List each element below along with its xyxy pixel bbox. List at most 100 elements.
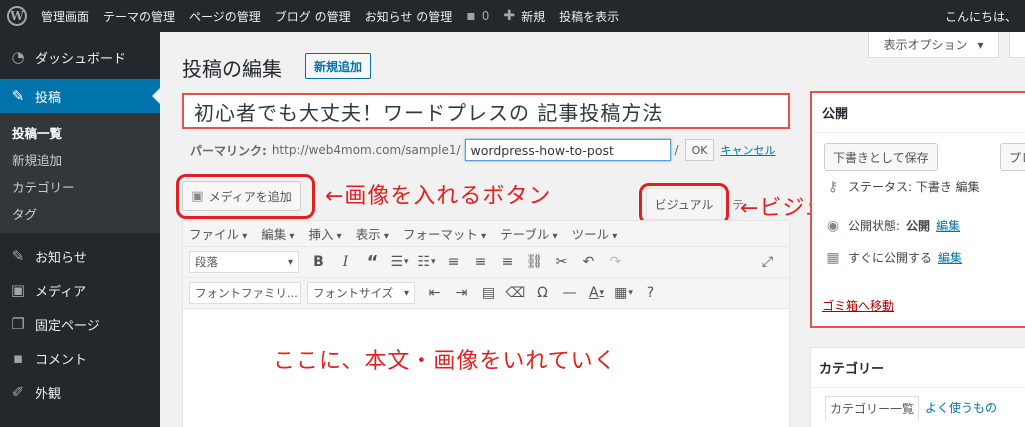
pushpin-icon: ✎ [11, 247, 25, 265]
visibility-edit-link[interactable]: 編集 [936, 217, 960, 234]
tab-visual[interactable]: ビジュアル [646, 188, 722, 220]
save-draft-button[interactable]: 下書きとして保存 [824, 143, 938, 171]
menu-insert[interactable]: 挿入 [308, 224, 341, 243]
submenu-item-categories[interactable]: カテゴリー [0, 173, 160, 200]
media-icon: ▣ [191, 188, 204, 204]
fullscreen-icon[interactable]: ⤢ [754, 250, 781, 274]
submenu-item-tags[interactable]: タグ [0, 200, 160, 227]
editor-content-area[interactable]: ここに、本文・画像をいれていく [183, 309, 789, 427]
publish-status-row: ⚷ ステータス: 下書き 編集 [824, 181, 980, 195]
posts-submenu: 投稿一覧 新規追加 カテゴリー タグ [0, 113, 160, 233]
move-to-trash-link[interactable]: ゴミ箱へ移動 [822, 297, 894, 314]
adminbar-item-pages[interactable]: ページの管理 [182, 0, 268, 32]
align-center-icon[interactable]: ≡ [467, 250, 494, 274]
adminbar-view-post[interactable]: 投稿を表示 [552, 0, 626, 32]
menu-table[interactable]: テーブル [500, 224, 557, 243]
schedule-label: すぐに公開する [848, 251, 933, 265]
page-title: 投稿の編集 [182, 57, 282, 81]
screen-options-button[interactable]: 表示オプション ▾ [868, 32, 999, 58]
dashboard-gauge-icon: ◔ [11, 48, 25, 66]
sidebar-item-dashboard[interactable]: ◔ ダッシュボード [0, 40, 160, 74]
menu-view[interactable]: 表示 [356, 224, 389, 243]
menu-format[interactable]: フォーマット [403, 224, 486, 243]
bold-icon[interactable]: B [305, 250, 332, 274]
category-tabs: カテゴリー一覧 よく使うもの [825, 396, 1004, 420]
publish-schedule-row: ▦ すぐに公開する 編集 [824, 249, 962, 266]
adminbar-new[interactable]: ✚ 新規 [496, 0, 552, 32]
menu-tools[interactable]: ツール [572, 224, 618, 243]
sidebar-item-label: コメント [35, 352, 88, 368]
redo-icon[interactable]: ↷ [602, 250, 629, 274]
indent-icon[interactable]: ⇥ [448, 281, 475, 305]
link-icon[interactable]: ⛓ [521, 250, 548, 274]
permalink-row: パーマリンク: http://web4mom.com/sample1/ word… [190, 138, 775, 162]
annotation-media: ←画像を入れるボタン [325, 184, 552, 209]
align-left-icon[interactable]: ≡ [440, 250, 467, 274]
sidebar-item-label: 外観 [35, 386, 62, 402]
adminbar-item-news[interactable]: お知らせ の管理 [358, 0, 460, 32]
sidebar-item-media[interactable]: ▣ メディア [0, 273, 160, 307]
categories-title: カテゴリー [811, 348, 1025, 388]
tab-most-used[interactable]: よく使うもの [919, 396, 1004, 420]
menu-file[interactable]: ファイル [189, 224, 247, 243]
sidebar-item-posts[interactable]: ✎ 投稿 [0, 79, 160, 113]
adminbar-item-dashboard[interactable]: 管理画面 [34, 0, 96, 32]
post-title-input[interactable]: 初心者でも大丈夫！ワードプレスの 記事投稿方法 [182, 93, 790, 129]
table-icon[interactable]: ▦ [610, 281, 637, 305]
add-media-button[interactable]: ▣ メディアを追加 [182, 181, 301, 211]
clear-formatting-icon[interactable]: ⌫ [502, 281, 529, 305]
adminbar-item-blog[interactable]: ブログ の管理 [268, 0, 358, 32]
sidebar-item-label: 投稿 [35, 90, 62, 106]
pages-icon: ❐ [11, 315, 25, 333]
sidebar-item-news[interactable]: ✎ お知らせ [0, 239, 160, 273]
adminbar-comments[interactable]: ▪ 0 [459, 0, 496, 32]
paintbrush-icon: ✐ [11, 383, 25, 401]
publish-title: 公開 [812, 93, 1025, 133]
visibility-label: 公開状態: [848, 219, 901, 233]
sidebar-item-label: お知らせ [35, 250, 87, 266]
slug-cancel-link[interactable]: キャンセル [720, 142, 775, 158]
adminbar-greeting[interactable]: こんにちは、 [945, 0, 1017, 32]
comment-bubble-icon: ▪ [466, 8, 476, 24]
adminbar-item-themes[interactable]: テーマの管理 [96, 0, 182, 32]
wordpress-logo-icon[interactable]: W [0, 0, 34, 32]
sidebar-item-comments[interactable]: ▪ コメント [0, 341, 160, 375]
text-color-icon[interactable]: A [583, 281, 610, 305]
publish-visibility-row: ◉ 公開状態: 公開 編集 [824, 217, 960, 234]
sidebar-item-appearance[interactable]: ✐ 外観 [0, 375, 160, 409]
bullet-list-icon[interactable]: ☰ [386, 250, 413, 274]
submenu-item-add-new[interactable]: 新規追加 [0, 146, 160, 173]
menu-edit[interactable]: 編集 [261, 224, 294, 243]
outdent-icon[interactable]: ⇤ [421, 281, 448, 305]
editor-toolbar-row2: フォントファミリ... フォントサイズ ⇤ ⇥ ▤ ⌫ Ω — A ▦ ? [183, 278, 789, 309]
undo-icon[interactable]: ↶ [575, 250, 602, 274]
italic-icon[interactable]: I [332, 250, 359, 274]
blockquote-icon[interactable]: “ [359, 250, 386, 274]
pushpin-icon: ✎ [11, 87, 25, 105]
font-family-select[interactable]: フォントファミリ... [189, 282, 301, 304]
permalink-suffix: / [674, 143, 679, 157]
submenu-item-all-posts[interactable]: 投稿一覧 [0, 119, 160, 146]
tab-all-categories[interactable]: カテゴリー一覧 [825, 396, 920, 420]
help-icon[interactable]: ? [637, 281, 664, 305]
special-character-icon[interactable]: Ω [529, 281, 556, 305]
unlink-icon[interactable]: ✂ [548, 250, 575, 274]
horizontal-line-icon[interactable]: — [556, 281, 583, 305]
status-text: ステータス: 下書き 編集 [848, 181, 980, 194]
slug-input[interactable]: wordpress-how-to-post [464, 139, 671, 161]
sidebar-item-pages[interactable]: ❐ 固定ページ [0, 307, 160, 341]
schedule-edit-link[interactable]: 編集 [938, 249, 962, 266]
add-new-button[interactable]: 新規追加 [305, 53, 372, 79]
font-size-select[interactable]: フォントサイズ [307, 282, 415, 304]
help-tab[interactable] [1009, 32, 1025, 58]
permalink-base-url: http://web4mom.com/sample1/ [271, 143, 461, 157]
format-select[interactable]: 段落 [189, 251, 299, 273]
slug-ok-button[interactable]: OK [684, 139, 715, 161]
numbered-list-icon[interactable]: ☷ [413, 250, 440, 274]
align-right-icon[interactable]: ≡ [494, 250, 521, 274]
paste-as-text-icon[interactable]: ▤ [475, 281, 502, 305]
preview-button[interactable]: プレ [1000, 143, 1025, 171]
caret-down-icon: ▾ [977, 37, 984, 52]
add-media-label: メディアを追加 [208, 189, 292, 204]
calendar-icon: ▦ [826, 249, 840, 266]
